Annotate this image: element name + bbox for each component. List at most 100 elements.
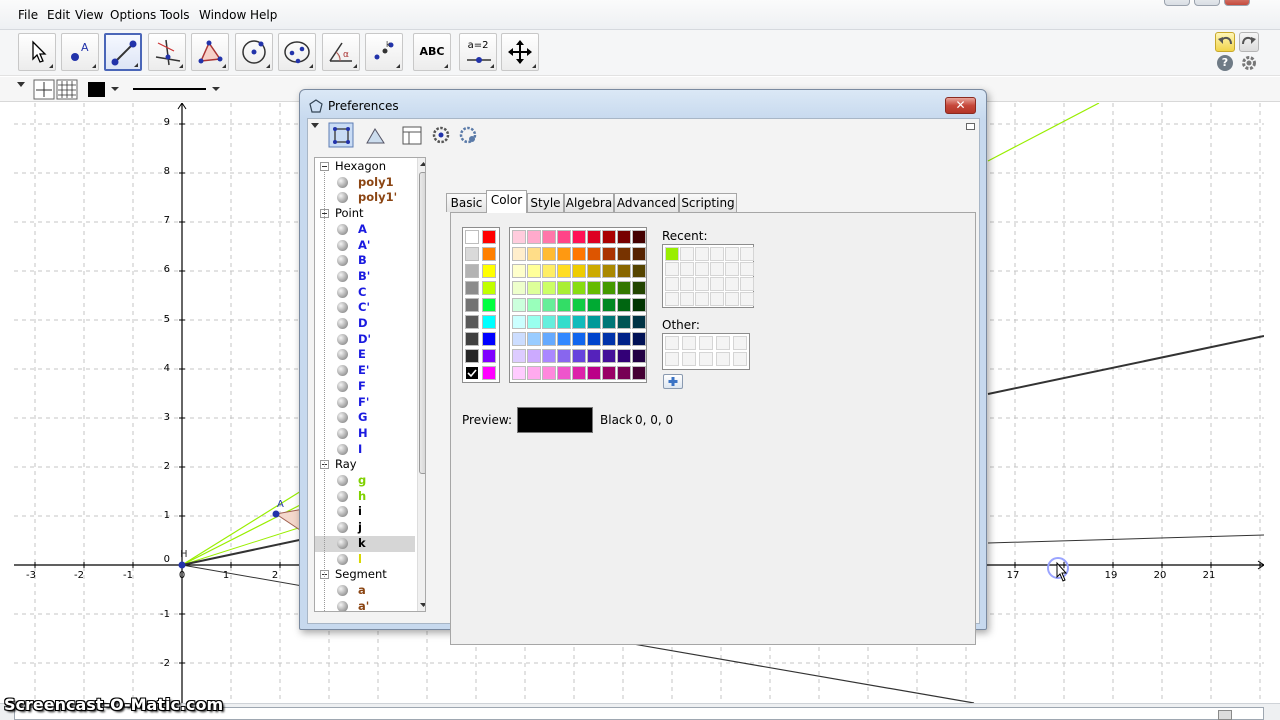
perpendicular-line-tool[interactable] (148, 33, 186, 71)
color-swatch[interactable] (617, 264, 631, 278)
ray-h[interactable] (181, 497, 315, 566)
recent-color-cell[interactable] (710, 277, 724, 291)
collapse-icon[interactable] (320, 162, 329, 171)
other-color-cell[interactable] (699, 352, 713, 366)
color-swatch[interactable] (482, 264, 496, 278)
color-swatch[interactable] (512, 264, 526, 278)
color-swatch[interactable] (587, 349, 601, 363)
color-swatch[interactable] (572, 264, 586, 278)
color-swatch[interactable] (572, 366, 586, 380)
color-swatch[interactable] (482, 281, 496, 295)
tree-group-point[interactable]: Point (315, 206, 415, 222)
color-swatch[interactable] (527, 315, 541, 329)
circle-tool[interactable] (235, 33, 273, 71)
color-swatch[interactable] (632, 281, 646, 295)
color-swatch[interactable] (465, 247, 479, 261)
tree-item[interactable]: a (315, 583, 415, 599)
color-swatch[interactable] (602, 298, 616, 312)
color-swatch[interactable] (542, 366, 556, 380)
color-swatch[interactable] (465, 298, 479, 312)
menu-tools[interactable]: Tools (160, 8, 190, 22)
dialog-close-button[interactable]: ✕ (945, 97, 976, 114)
polygon-tool[interactable] (191, 33, 229, 71)
tree-group-ray[interactable]: Ray (315, 457, 415, 473)
color-swatch[interactable] (587, 298, 601, 312)
color-swatch[interactable] (527, 349, 541, 363)
tree-item[interactable]: i (315, 504, 415, 520)
color-swatch[interactable] (512, 332, 526, 346)
tree-item[interactable]: h (315, 489, 415, 505)
color-swatch[interactable] (587, 281, 601, 295)
color-swatch[interactable] (602, 315, 616, 329)
color-swatch[interactable] (465, 230, 479, 244)
color-swatch[interactable] (527, 247, 541, 261)
undo-button[interactable] (1215, 32, 1235, 52)
color-swatch[interactable] (527, 264, 541, 278)
color-swatch[interactable] (557, 349, 571, 363)
color-swatch[interactable] (542, 247, 556, 261)
tab-algebra[interactable]: Algebra (564, 193, 614, 212)
tree-item[interactable]: B' (315, 269, 415, 285)
color-swatch[interactable] (587, 366, 601, 380)
color-swatch[interactable] (617, 247, 631, 261)
slider-tool[interactable]: a=2 (459, 33, 497, 71)
scroll-down-icon[interactable] (419, 601, 426, 610)
other-color-cell[interactable] (699, 336, 713, 350)
conic-tool[interactable] (278, 33, 316, 71)
add-custom-color-button[interactable] (663, 374, 683, 389)
color-swatch[interactable] (542, 230, 556, 244)
angle-tool[interactable]: α (322, 33, 360, 71)
undock-icon[interactable] (966, 123, 975, 130)
color-swatch[interactable] (617, 281, 631, 295)
move-tool[interactable] (18, 33, 56, 71)
tree-item[interactable]: a' (315, 599, 415, 611)
color-swatch[interactable] (482, 230, 496, 244)
color-swatch[interactable] (482, 247, 496, 261)
menu-edit[interactable]: Edit (47, 8, 70, 22)
ray-j[interactable] (181, 564, 315, 589)
tree-item[interactable]: G (315, 410, 415, 426)
point-a[interactable] (272, 510, 280, 518)
color-swatch[interactable] (632, 230, 646, 244)
other-color-cell[interactable] (733, 336, 747, 350)
color-swatch[interactable] (632, 247, 646, 261)
color-swatch[interactable] (587, 332, 601, 346)
segment-tool[interactable] (104, 33, 142, 71)
recent-color-cell[interactable] (725, 262, 739, 276)
color-swatch[interactable] (602, 247, 616, 261)
color-swatch[interactable] (482, 349, 496, 363)
color-swatch[interactable] (482, 315, 496, 329)
color-swatch[interactable] (512, 349, 526, 363)
tree-item[interactable]: j (315, 520, 415, 536)
color-swatch[interactable] (527, 230, 541, 244)
tree-item[interactable]: A (315, 222, 415, 238)
other-color-cell[interactable] (716, 336, 730, 350)
recent-color-cell[interactable] (725, 292, 739, 306)
color-swatch[interactable] (572, 332, 586, 346)
color-swatch[interactable] (632, 315, 646, 329)
color-swatch[interactable] (602, 230, 616, 244)
tree-item[interactable]: E (315, 347, 415, 363)
point-h[interactable] (178, 561, 186, 569)
redo-button[interactable] (1239, 32, 1259, 52)
tab-advanced[interactable]: Advanced (614, 193, 679, 212)
color-swatch[interactable] (632, 264, 646, 278)
color-swatch[interactable] (572, 315, 586, 329)
color-swatch[interactable] (587, 315, 601, 329)
other-color-cell[interactable] (716, 352, 730, 366)
color-swatch[interactable] (602, 281, 616, 295)
color-swatch[interactable] (542, 332, 556, 346)
color-swatch[interactable] (527, 332, 541, 346)
tree-item[interactable]: B (315, 253, 415, 269)
recent-color-cell[interactable] (725, 247, 739, 261)
ray-extra[interactable] (181, 522, 315, 566)
window-close-button[interactable] (1224, 0, 1250, 6)
tab-basic[interactable]: Basic (446, 193, 487, 212)
tree-item[interactable]: D' (315, 332, 415, 348)
recent-color-cell[interactable] (665, 247, 679, 261)
color-swatch[interactable] (512, 366, 526, 380)
recent-color-cell[interactable] (680, 247, 694, 261)
color-swatch[interactable] (465, 315, 479, 329)
recent-color-cell[interactable] (695, 262, 709, 276)
color-swatch[interactable] (602, 349, 616, 363)
